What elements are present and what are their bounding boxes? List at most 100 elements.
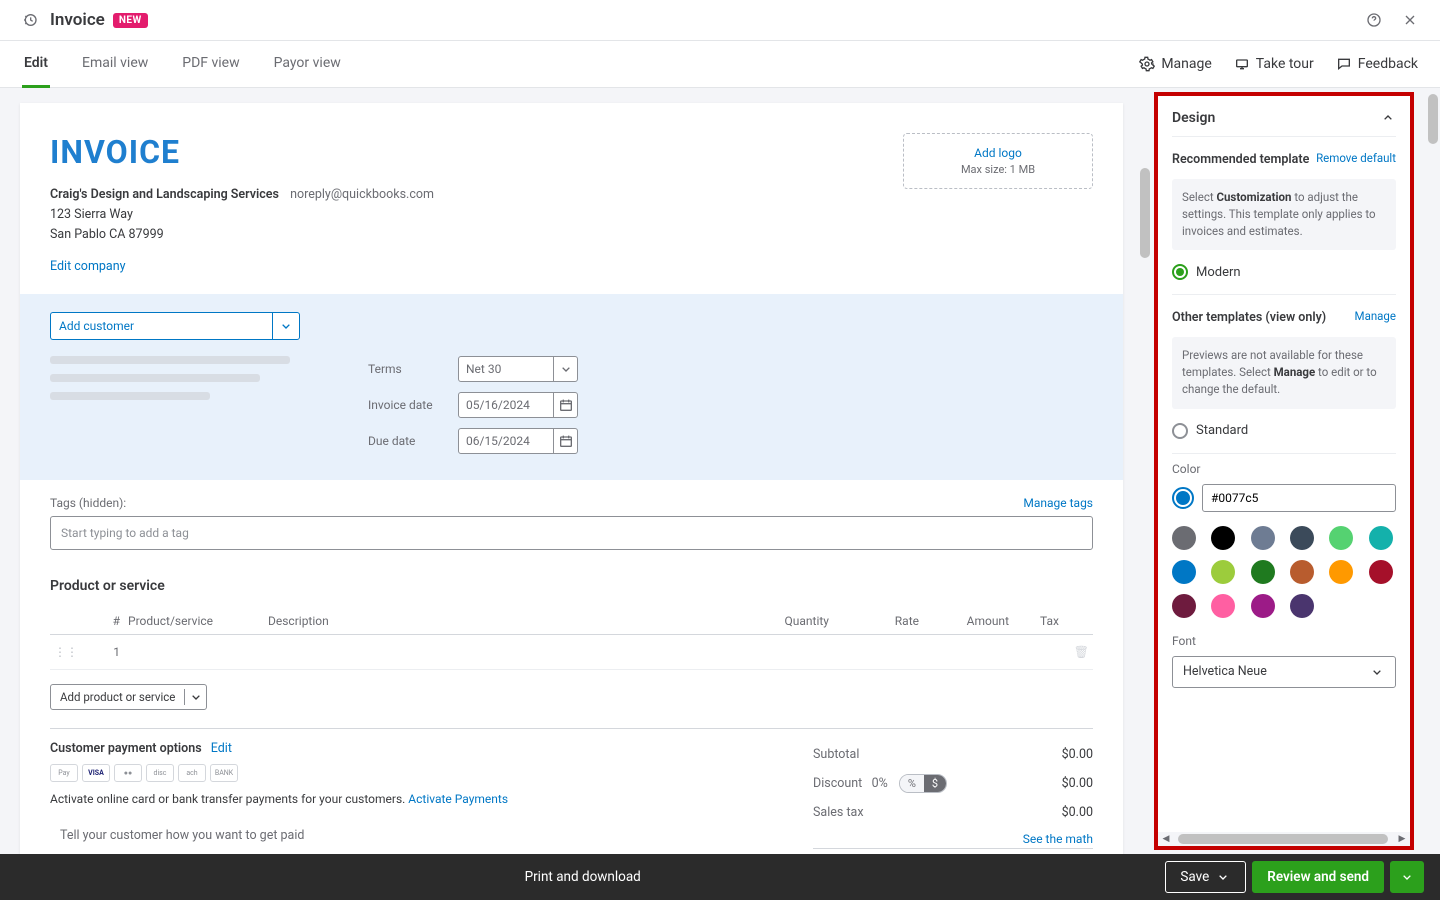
- color-swatch[interactable]: [1211, 526, 1235, 550]
- main-scrollbar[interactable]: [1138, 88, 1152, 854]
- tour-icon: [1234, 56, 1250, 72]
- payment-edit-link[interactable]: Edit: [211, 741, 232, 756]
- tab-email-view[interactable]: Email view: [80, 41, 150, 87]
- feedback-button[interactable]: Feedback: [1336, 56, 1418, 72]
- close-icon[interactable]: [1400, 10, 1420, 30]
- save-button[interactable]: Save: [1165, 861, 1246, 893]
- color-swatch[interactable]: [1251, 526, 1275, 550]
- salestax-value: $0.00: [1062, 805, 1093, 820]
- color-swatch[interactable]: [1211, 560, 1235, 584]
- add-customer-input[interactable]: [50, 312, 272, 340]
- color-swatch[interactable]: [1369, 526, 1393, 550]
- products-table: # Product/service Description Quantity R…: [50, 608, 1093, 670]
- manage-tags-link[interactable]: Manage tags: [1023, 496, 1093, 510]
- add-product-button[interactable]: Add product or service: [50, 684, 207, 710]
- invoice-date-value: 05/16/2024: [459, 393, 553, 417]
- color-swatch[interactable]: [1290, 594, 1314, 618]
- manage-label: Manage: [1161, 56, 1211, 72]
- due-date-input[interactable]: 06/15/2024: [458, 428, 578, 454]
- add-logo-label: Add logo: [974, 146, 1022, 160]
- invoice-date-input[interactable]: 05/16/2024: [458, 392, 578, 418]
- table-row[interactable]: ⋮⋮ 1 🗑: [50, 635, 1093, 670]
- radio-unchecked-icon: [1172, 423, 1188, 439]
- remove-default-link[interactable]: Remove default: [1316, 151, 1396, 169]
- review-send-label: Review and send: [1267, 869, 1369, 885]
- row-number: 1: [84, 635, 124, 670]
- history-icon[interactable]: [20, 10, 40, 30]
- payment-note-input[interactable]: Tell your customer how you want to get p…: [50, 828, 813, 843]
- edit-company-link[interactable]: Edit company: [50, 259, 126, 274]
- tags-input[interactable]: Start typing to add a tag: [50, 516, 1093, 550]
- page-title: Invoice: [50, 10, 105, 30]
- due-date-label: Due date: [368, 434, 458, 448]
- color-swatch[interactable]: [1290, 526, 1314, 550]
- terms-value: Net 30: [459, 357, 553, 381]
- color-swatch[interactable]: [1369, 560, 1393, 584]
- take-tour-button[interactable]: Take tour: [1234, 56, 1314, 72]
- manage-button[interactable]: Manage: [1139, 56, 1211, 72]
- calendar-icon[interactable]: [553, 393, 577, 417]
- radio-checked-icon: [1172, 264, 1188, 280]
- color-swatch[interactable]: [1251, 594, 1275, 618]
- chevron-down-icon[interactable]: [272, 312, 300, 340]
- col-product: Product/service: [124, 608, 264, 635]
- panel-horizontal-scrollbar[interactable]: ◀▶: [1158, 832, 1410, 846]
- col-number: #: [84, 608, 124, 635]
- discount-label: Discount: [813, 776, 862, 791]
- drag-handle-icon[interactable]: ⋮⋮: [54, 645, 78, 659]
- color-swatch[interactable]: [1211, 594, 1235, 618]
- company-address-2: San Pablo CA 87999: [50, 225, 434, 245]
- subtotal-value: $0.00: [1062, 747, 1093, 762]
- terms-select[interactable]: Net 30: [458, 356, 578, 382]
- see-math-link[interactable]: See the math: [813, 832, 1093, 846]
- add-logo-dropzone[interactable]: Add logo Max size: 1 MB: [903, 133, 1093, 189]
- help-icon[interactable]: [1364, 10, 1384, 30]
- badge-new: NEW: [113, 13, 148, 28]
- tab-payor-view[interactable]: Payor view: [272, 41, 343, 87]
- chevron-down-icon: [1399, 869, 1415, 885]
- review-send-button[interactable]: Review and send: [1252, 861, 1384, 893]
- company-name: Craig's Design and Landscaping Services: [50, 187, 279, 202]
- main-content: INVOICE Craig's Design and Landscaping S…: [0, 88, 1138, 854]
- payment-method-icons: Pay VISA ●● disc ach BANK: [50, 764, 813, 782]
- take-tour-label: Take tour: [1256, 56, 1314, 72]
- color-swatch[interactable]: [1172, 560, 1196, 584]
- tab-pdf-view[interactable]: PDF view: [180, 41, 241, 87]
- color-swatch[interactable]: [1251, 560, 1275, 584]
- chevron-up-icon: [1380, 110, 1396, 126]
- print-download-button[interactable]: Print and download: [0, 869, 1165, 885]
- chevron-down-icon[interactable]: [553, 357, 577, 381]
- gear-icon: [1139, 56, 1155, 72]
- delete-row-icon[interactable]: 🗑: [1074, 645, 1089, 659]
- activate-payments-link[interactable]: Activate Payments: [408, 792, 508, 806]
- topbar: Invoice NEW: [0, 0, 1440, 41]
- template-standard-label: Standard: [1196, 423, 1248, 438]
- side-scrollbar[interactable]: [1426, 88, 1440, 854]
- font-select[interactable]: Helvetica Neue: [1172, 656, 1396, 688]
- col-description: Description: [264, 608, 743, 635]
- invoice-heading: INVOICE: [50, 133, 434, 171]
- calendar-icon[interactable]: [553, 429, 577, 453]
- template-standard-radio[interactable]: Standard: [1172, 423, 1396, 439]
- add-customer-select[interactable]: [50, 312, 300, 340]
- manage-templates-link[interactable]: Manage: [1355, 309, 1396, 327]
- color-swatch[interactable]: [1172, 526, 1196, 550]
- col-tax: Tax: [1013, 608, 1063, 635]
- mastercard-icon: ●●: [114, 764, 142, 782]
- chevron-down-icon[interactable]: [184, 689, 206, 705]
- tab-edit[interactable]: Edit: [22, 41, 50, 88]
- font-label: Font: [1172, 634, 1396, 648]
- color-swatch[interactable]: [1329, 560, 1353, 584]
- design-accordion-header[interactable]: Design: [1172, 110, 1396, 137]
- template-modern-radio[interactable]: Modern: [1172, 264, 1396, 280]
- review-send-dropdown[interactable]: [1390, 861, 1424, 893]
- col-qty: Quantity: [743, 608, 833, 635]
- color-hex-input[interactable]: [1202, 484, 1396, 512]
- col-rate: Rate: [833, 608, 923, 635]
- other-templates-info: Previews are not available for these tem…: [1172, 337, 1396, 409]
- color-swatch[interactable]: [1172, 594, 1196, 618]
- color-swatch[interactable]: [1290, 560, 1314, 584]
- discount-type-toggle[interactable]: %$: [899, 774, 947, 793]
- color-swatch[interactable]: [1329, 526, 1353, 550]
- selected-color-swatch[interactable]: [1172, 487, 1194, 509]
